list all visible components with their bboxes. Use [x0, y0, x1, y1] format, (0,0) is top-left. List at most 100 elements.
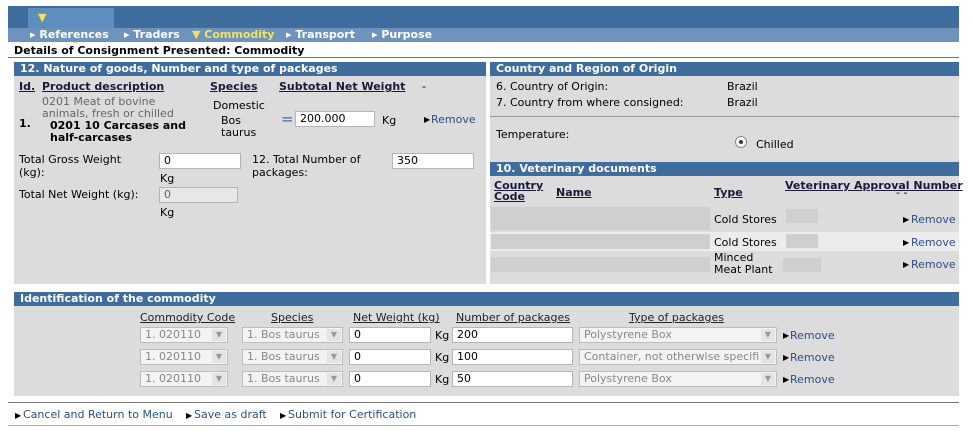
ident-remove-link[interactable]: Remove [790, 351, 835, 364]
packages-input[interactable]: 200 [452, 327, 573, 343]
package-type-value: Polystyrene Box [584, 372, 672, 385]
species-select[interactable]: 1. Bos taurus ▼ [242, 349, 343, 365]
commodity-code-select[interactable]: 1. 020110 ▼ [140, 327, 228, 343]
vet-row-approval-placeholder [783, 258, 821, 272]
tab-transport[interactable]: ▸ Transport [286, 28, 355, 42]
total-net-input: 0 [159, 187, 238, 203]
ident-remove-link[interactable]: Remove [790, 329, 835, 342]
vet-col-type-header: Type [714, 186, 743, 199]
chevron-down-icon: ▼ [761, 351, 775, 363]
species-select[interactable]: 1. Bos taurus ▼ [242, 371, 343, 387]
country-origin-label: 6. Country of Origin: [496, 80, 609, 93]
packages-input[interactable]: 50 [452, 371, 573, 387]
packages-input[interactable]: 100 [452, 349, 573, 365]
ident-remove-link[interactable]: Remove [790, 373, 835, 386]
species-type: Domestic [213, 99, 265, 112]
cancel-arrow-icon: ▶ [15, 411, 22, 420]
commodity-code-select[interactable]: 1. 020110 ▼ [140, 371, 228, 387]
vet-remove-link[interactable]: Remove [911, 258, 956, 271]
top-nav-bar [8, 6, 959, 28]
net-weight-unit: Kg [435, 329, 450, 342]
ident-col-code-header: Commodity Code [140, 311, 236, 324]
total-gross-label: Total Gross Weight (kg): [19, 153, 122, 179]
save-arrow-icon: ▶ [186, 411, 193, 420]
commodity-code-value: 1. 020110 [145, 328, 201, 341]
origin-divider [490, 116, 959, 117]
consigned-from-label: 7. Country from where consigned: [496, 96, 684, 109]
identification-header: Identification of the commodity [14, 292, 959, 306]
vet-col-dash: - - [896, 186, 908, 199]
total-net-unit: Kg [160, 206, 175, 219]
vet-row-placeholder [491, 257, 710, 272]
net-weight-input[interactable]: 0 [349, 327, 431, 343]
save-draft-link[interactable]: Save as draft [194, 408, 267, 421]
consigned-from-value: Brazil [727, 96, 758, 109]
chevron-down-icon: ▼ [327, 329, 341, 341]
vet-row-type: Cold Stores [714, 213, 777, 226]
net-weight-unit: Kg [435, 373, 450, 386]
net-weight-input[interactable]: 0 [349, 349, 431, 365]
commodity-code-value: 1. 020110 [145, 372, 201, 385]
species-value: 1. Bos taurus [247, 350, 320, 363]
total-packages-label: 12. Total Number of packages: [252, 153, 361, 179]
chevron-down-icon: ▼ [327, 351, 341, 363]
col-id-header: Id. [19, 80, 36, 93]
cancel-return-link[interactable]: Cancel and Return to Menu [23, 408, 173, 421]
vet-row-approval-placeholder [786, 234, 818, 248]
vet-row-approval-placeholder [786, 209, 818, 223]
chevron-down-icon: ▼ [212, 373, 226, 385]
package-type-select[interactable]: Polystyrene Box ▼ [579, 371, 777, 387]
subtotal-weight-input[interactable]: 200.000 [295, 111, 375, 127]
vet-col-approval-header: Veterinary Approval Number [785, 179, 963, 192]
col-species-header: Species [210, 80, 258, 93]
tab-commodity[interactable]: ▼ Commodity [192, 28, 274, 42]
tab-consignment[interactable]: ▼ Consignment [28, 8, 120, 44]
ident-col-species-header: Species [271, 311, 314, 324]
vet-remove-link[interactable]: Remove [911, 236, 956, 249]
remove-arrow-icon: ▶ [424, 115, 431, 124]
species-value: 1. Bos taurus [247, 372, 320, 385]
tab-traders[interactable]: ▸ Traders [124, 28, 180, 42]
origin-header: Country and Region of Origin [490, 62, 959, 76]
bottom-rule [8, 425, 959, 426]
package-type-select[interactable]: Container, not otherwise specifi ▼ [579, 349, 777, 365]
species-select[interactable]: 1. Bos taurus ▼ [242, 327, 343, 343]
title-divider [8, 57, 959, 58]
vet-row: Cold Stores ▶ Remove [490, 206, 959, 231]
total-gross-unit: Kg [160, 172, 175, 185]
chevron-down-icon: ▼ [212, 351, 226, 363]
chilled-radio[interactable] [735, 136, 747, 148]
ident-col-net-header: Net Weight (kg) [353, 311, 440, 324]
submit-certification-link[interactable]: Submit for Certification [288, 408, 416, 421]
vet-row-type: Cold Stores [714, 236, 777, 249]
vet-remove-link[interactable]: Remove [911, 213, 956, 226]
commodity-code-select[interactable]: 1. 020110 ▼ [140, 349, 228, 365]
net-weight-unit: Kg [435, 351, 450, 364]
sub-nav-bar: ▸ References ▸ Traders ▼ Commodity ▸ Tra… [8, 28, 959, 42]
ident-col-type-header: Type of packages [629, 311, 725, 324]
chevron-down-icon: ▼ [761, 373, 775, 385]
total-gross-input[interactable]: 0 [159, 153, 241, 169]
subtotal-unit: Kg [382, 114, 397, 127]
remove-product-link[interactable]: Remove [431, 113, 476, 126]
vet-row-placeholder [491, 234, 710, 249]
package-type-value: Polystyrene Box [584, 328, 672, 341]
remove-arrow-icon: ▶ [783, 375, 790, 384]
net-weight-input[interactable]: 0 [349, 371, 431, 387]
vet-row: Cold Stores ▶ Remove [490, 232, 959, 251]
species-value: 1. Bos taurus [247, 328, 320, 341]
remove-arrow-icon: ▶ [783, 353, 790, 362]
total-packages-input[interactable]: 350 [392, 153, 474, 169]
vet-row-placeholder [491, 207, 710, 230]
row-id: 1. [19, 117, 31, 130]
footer-divider [8, 402, 959, 403]
tab-purpose[interactable]: ▸ Purpose [372, 28, 432, 42]
product-parent: 0201 Meat of bovine animals, fresh or ch… [42, 95, 174, 120]
chevron-down-icon: ▼ [761, 329, 775, 341]
tab-references[interactable]: ▸ References [30, 28, 109, 42]
col-product-header: Product description [42, 80, 165, 93]
temperature-value: Chilled [756, 138, 794, 151]
package-type-value: Container, not otherwise specifi [584, 350, 760, 363]
package-type-select[interactable]: Polystyrene Box ▼ [579, 327, 777, 343]
species-name: Bos taurus [221, 114, 257, 139]
